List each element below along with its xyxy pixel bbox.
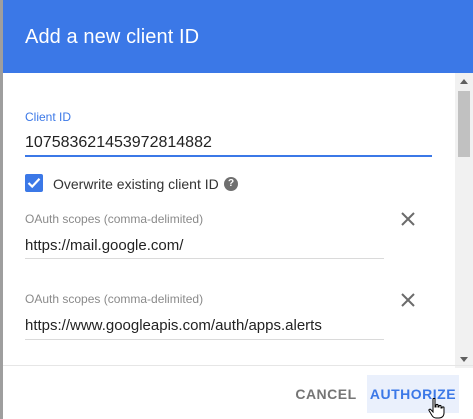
close-icon[interactable]: [399, 210, 417, 228]
scope-underline-1: [25, 258, 384, 259]
scope-label-2: OAuth scopes (comma-delimited): [25, 292, 204, 306]
scrollbar[interactable]: [455, 73, 473, 368]
add-client-dialog: Add a new client ID Client ID 1075836214…: [3, 0, 473, 419]
check-icon: [27, 178, 41, 189]
scope-input-1[interactable]: https://mail.google.com/: [25, 237, 183, 254]
client-id-underline: [25, 155, 432, 157]
scroll-up-icon[interactable]: [460, 79, 468, 84]
overwrite-label: Overwrite existing client ID: [53, 176, 219, 192]
scope-input-2[interactable]: https://www.googleapis.com/auth/apps.ale…: [25, 317, 322, 334]
scope-label-1: OAuth scopes (comma-delimited): [25, 212, 204, 226]
scroll-down-icon[interactable]: [460, 357, 468, 362]
client-id-input[interactable]: 107583621453972814882: [25, 134, 212, 152]
overwrite-checkbox[interactable]: [25, 174, 43, 192]
dialog-title: Add a new client ID: [25, 26, 200, 48]
dialog-content: Client ID 107583621453972814882 Overwrit…: [3, 73, 455, 368]
dialog-header: Add a new client ID: [3, 0, 473, 73]
hand-pointer-icon: [428, 398, 445, 419]
footer-divider: [3, 365, 473, 366]
close-icon[interactable]: [399, 291, 417, 309]
scrollbar-thumb[interactable]: [458, 91, 470, 157]
cancel-button[interactable]: CANCEL: [283, 375, 369, 413]
scope-underline-2: [25, 339, 384, 340]
help-icon[interactable]: ?: [224, 177, 238, 191]
client-id-label: Client ID: [25, 110, 72, 124]
